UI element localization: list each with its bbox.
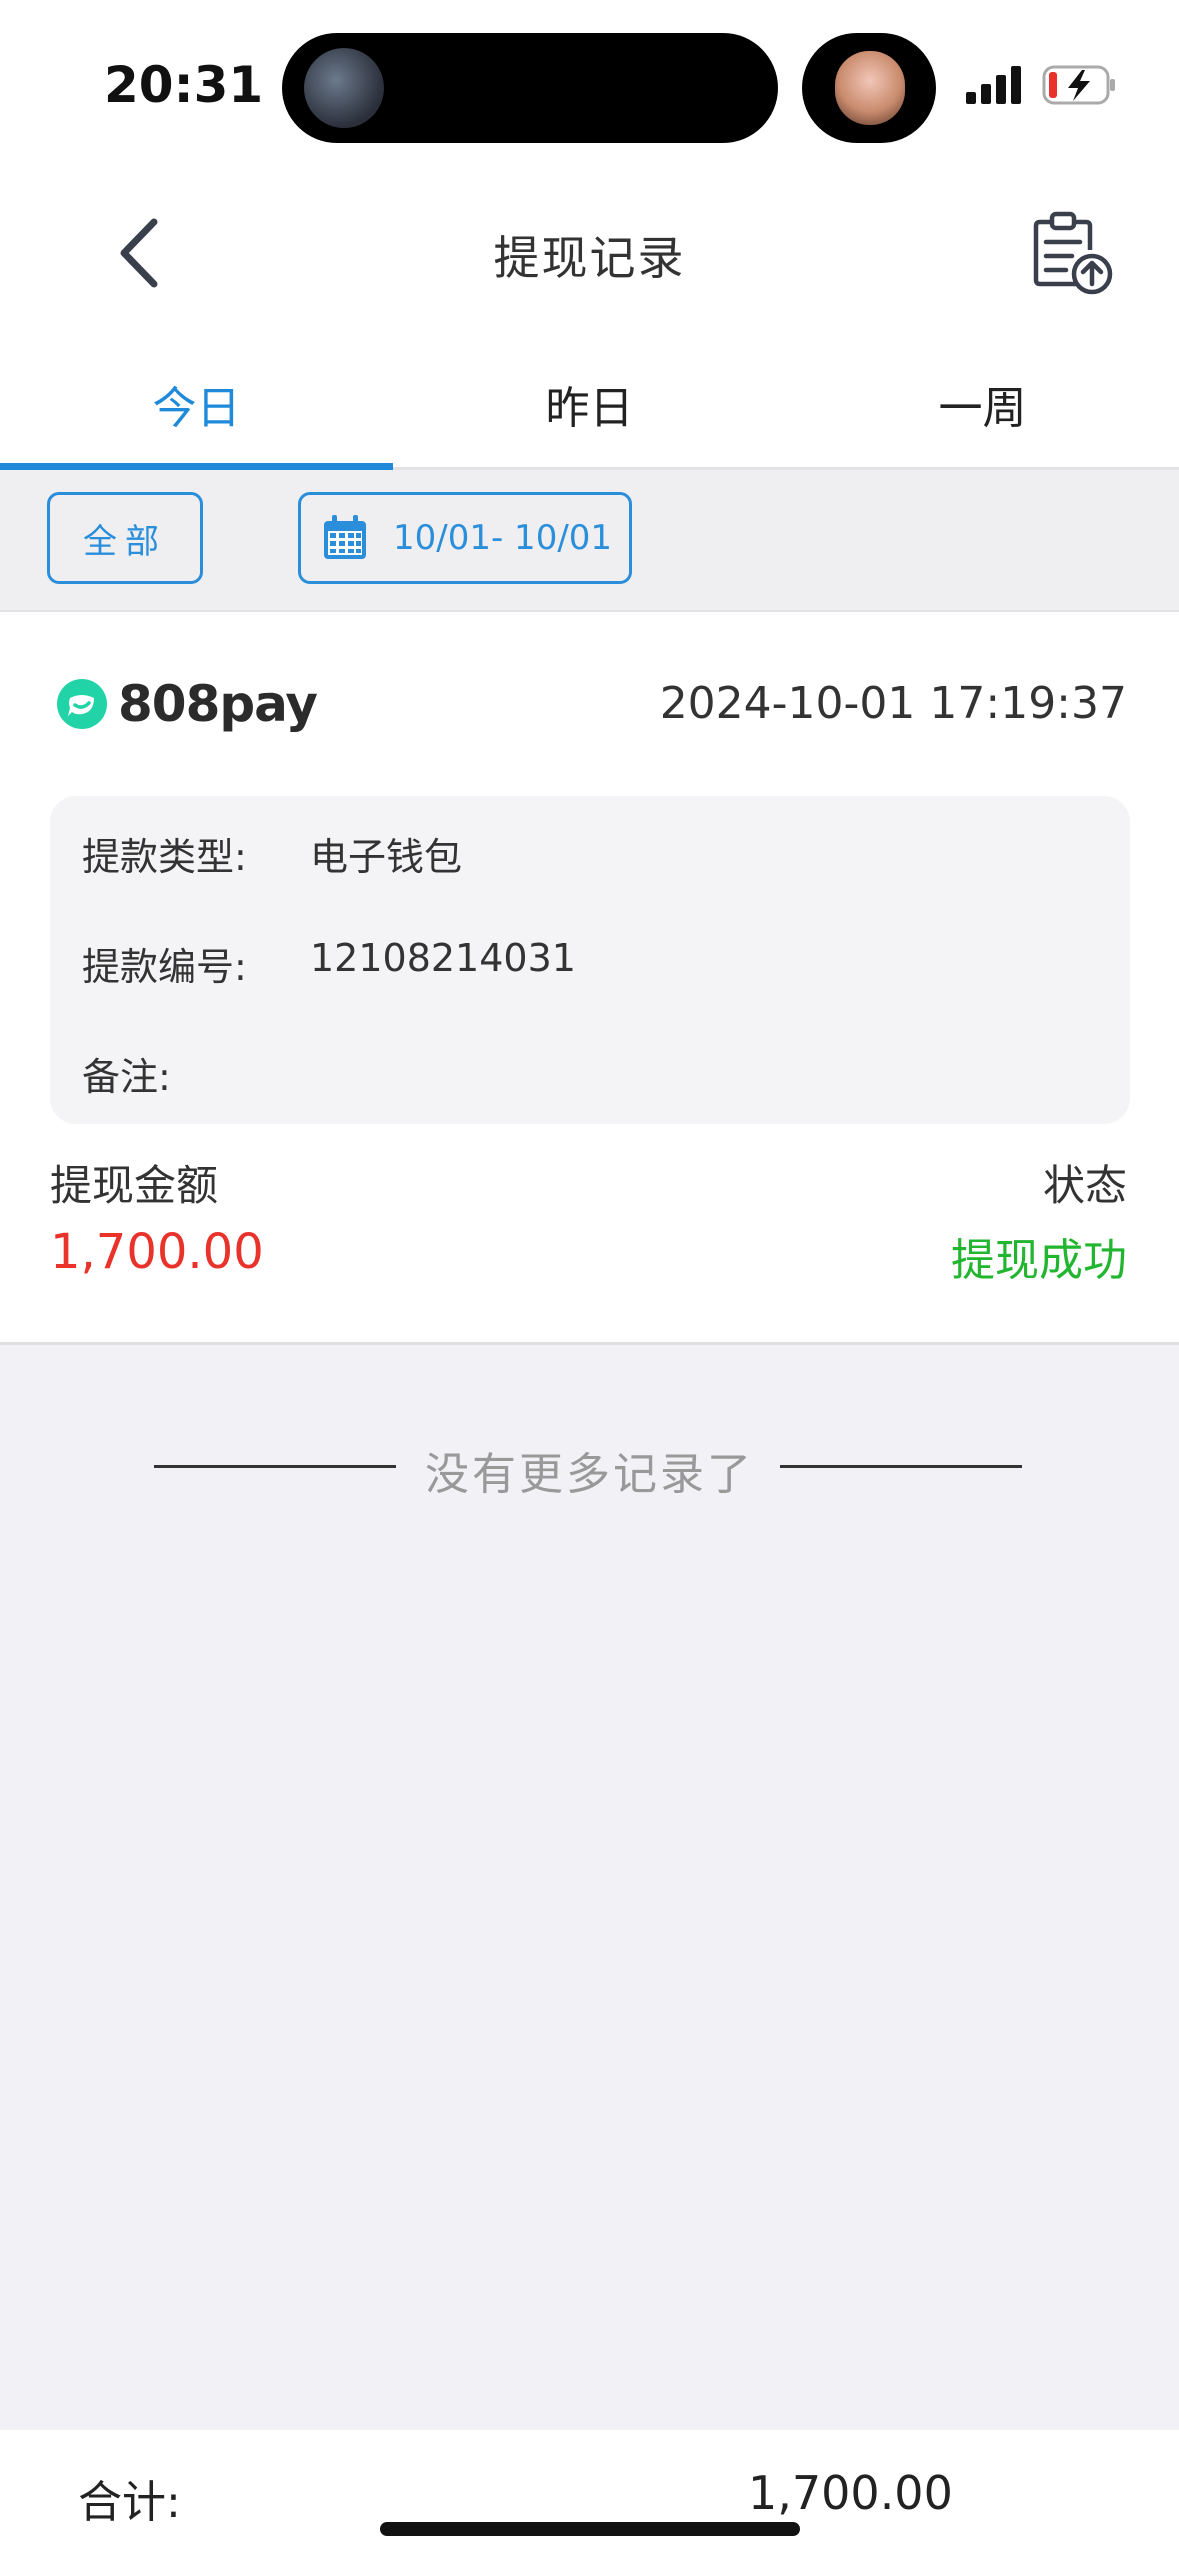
filter-bar: 全部 10/01- 10/01 xyxy=(0,470,1179,612)
detail-row-type: 提款类型: 电子钱包 xyxy=(82,826,462,881)
record-details: 提款类型: 电子钱包 提款编号: 12108214031 备注: xyxy=(50,796,1130,1124)
list-end-indicator: 没有更多记录了 xyxy=(0,1430,1179,1500)
status-badge: 提现成功 xyxy=(951,1235,1127,1286)
tab-week[interactable]: 一周 xyxy=(786,340,1179,467)
detail-row-remark: 备注: xyxy=(82,1046,310,1101)
status-time: 20:31 xyxy=(104,56,264,114)
detail-label: 提款编号: xyxy=(82,945,247,989)
status-bar: 20:31 xyxy=(0,0,1179,170)
808pay-logo-icon xyxy=(57,679,107,729)
calendar-icon xyxy=(324,515,366,559)
clipboard-upload-icon[interactable] xyxy=(1030,210,1114,298)
total-footer: 合计: 1,700.00 xyxy=(0,2430,1179,2556)
withdrawal-record-card[interactable]: 808pay 2024-10-01 17:19:37 提款类型: 电子钱包 提款… xyxy=(0,612,1179,1345)
payment-brand: 808pay xyxy=(56,674,318,734)
record-datetime: 2024-10-01 17:19:37 xyxy=(659,678,1127,729)
battery-charging-icon xyxy=(1042,65,1115,105)
amount-label: 提现金额 xyxy=(50,1161,219,1210)
avatar xyxy=(835,51,905,125)
tab-today[interactable]: 今日 xyxy=(0,340,393,470)
withdrawal-records-page: 20:31 提现记录 今日 昨日 一周 全部 10/01- 10/01 808p… xyxy=(0,0,1179,2556)
home-indicator[interactable] xyxy=(380,2522,800,2536)
total-value: 1,700.00 xyxy=(748,2466,953,2520)
filter-all-button[interactable]: 全部 xyxy=(47,492,203,584)
detail-label: 提款类型: xyxy=(82,835,247,879)
brand-name: 808pay xyxy=(118,675,318,733)
cellular-signal-icon xyxy=(966,66,1021,104)
live-activity-thumbnail xyxy=(304,48,384,128)
status-label: 状态 xyxy=(1042,1161,1127,1210)
detail-value: 电子钱包 xyxy=(310,835,463,879)
date-tabs: 今日 昨日 一周 xyxy=(0,340,1179,470)
divider-right xyxy=(780,1465,1022,1468)
total-label: 合计: xyxy=(78,2477,181,2528)
date-range-picker[interactable]: 10/01- 10/01 xyxy=(298,492,632,584)
date-range-label: 10/01- 10/01 xyxy=(393,518,613,558)
detail-label: 备注: xyxy=(82,1055,171,1099)
detail-value: 12108214031 xyxy=(310,936,576,980)
list-end-text: 没有更多记录了 xyxy=(425,1449,754,1500)
detail-row-number: 提款编号: 12108214031 xyxy=(82,936,576,991)
nav-bar: 提现记录 xyxy=(0,170,1179,340)
dynamic-island xyxy=(282,33,778,143)
dynamic-island-secondary xyxy=(802,33,936,143)
page-title: 提现记录 xyxy=(493,231,686,285)
tab-yesterday[interactable]: 昨日 xyxy=(393,340,786,467)
amount-value: 1,700.00 xyxy=(50,1224,264,1280)
